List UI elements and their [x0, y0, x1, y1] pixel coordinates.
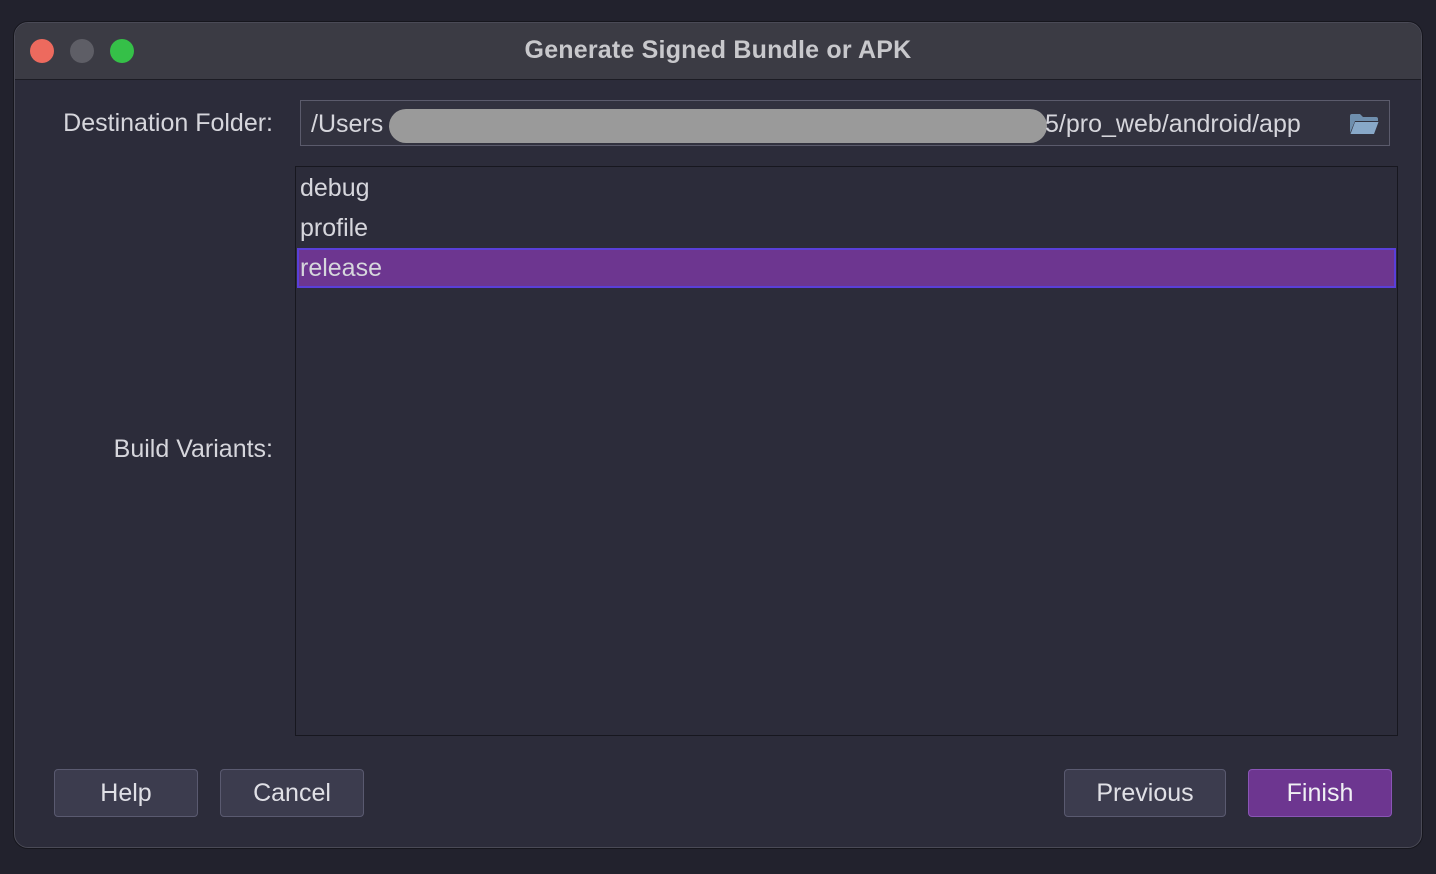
- list-item-profile[interactable]: profile: [297, 208, 1396, 248]
- cancel-button[interactable]: Cancel: [220, 769, 364, 817]
- redacted-path-segment: [389, 109, 1047, 143]
- window-title: Generate Signed Bundle or APK: [524, 36, 912, 64]
- title-bar: Generate Signed Bundle or APK: [15, 23, 1421, 80]
- list-item-debug[interactable]: debug: [297, 168, 1396, 208]
- destination-folder-field[interactable]: /Users 5/pro_web/android/app: [300, 100, 1390, 146]
- build-variants-label: Build Variants:: [113, 435, 273, 463]
- path-text-end: 5/pro_web/android/app: [1045, 110, 1301, 138]
- help-button[interactable]: Help: [54, 769, 198, 817]
- dialog-window: Generate Signed Bundle or APK Destinatio…: [14, 22, 1422, 848]
- list-item-release[interactable]: release: [297, 248, 1396, 288]
- destination-folder-label: Destination Folder:: [63, 109, 273, 137]
- folder-icon[interactable]: [1349, 112, 1379, 136]
- build-variants-list[interactable]: debug profile release: [295, 166, 1398, 736]
- finish-button[interactable]: Finish: [1248, 769, 1392, 817]
- path-text-start: /Users: [311, 110, 384, 138]
- previous-button[interactable]: Previous: [1064, 769, 1226, 817]
